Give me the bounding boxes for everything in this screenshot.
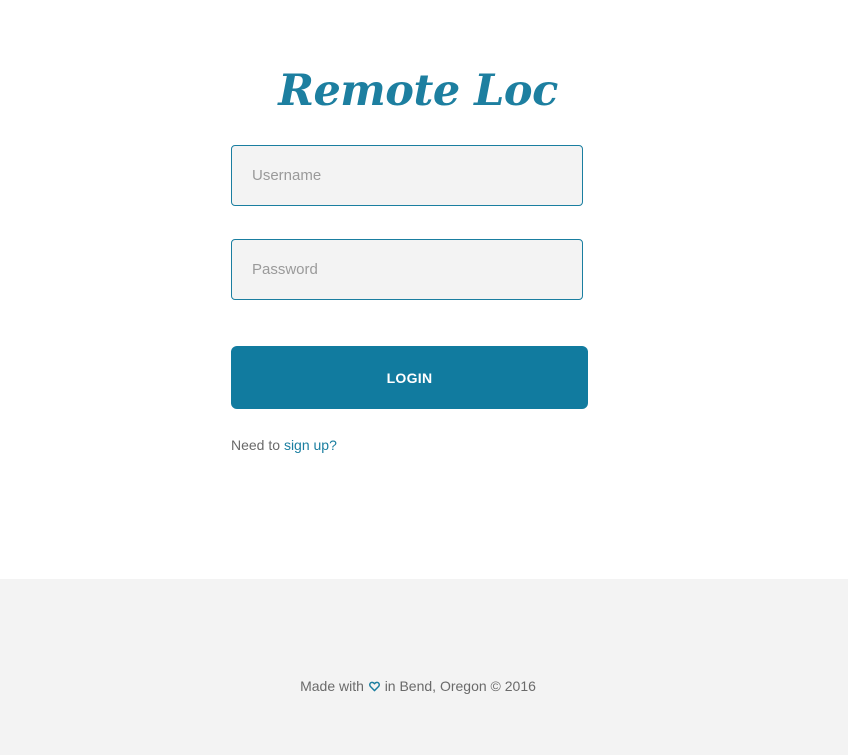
signup-prefix-text: Need to — [231, 437, 284, 453]
footer: Made with in Bend, Oregon © 2016 — [0, 579, 848, 755]
signup-prompt: Need to sign up? — [231, 437, 337, 453]
login-button[interactable]: LOGIN — [231, 346, 588, 409]
footer-made-with: Made with — [300, 678, 364, 694]
footer-credit: Made with in Bend, Oregon © 2016 — [0, 678, 836, 694]
footer-location: in Bend, Oregon © 2016 — [384, 678, 536, 694]
username-input[interactable] — [231, 145, 583, 206]
app-logo: Remote Loc — [278, 66, 558, 116]
heart-icon — [368, 681, 380, 692]
main-section: Remote Loc LOGIN Need to sign up? — [0, 0, 848, 579]
signup-link[interactable]: sign up? — [284, 437, 337, 453]
password-input[interactable] — [231, 239, 583, 300]
